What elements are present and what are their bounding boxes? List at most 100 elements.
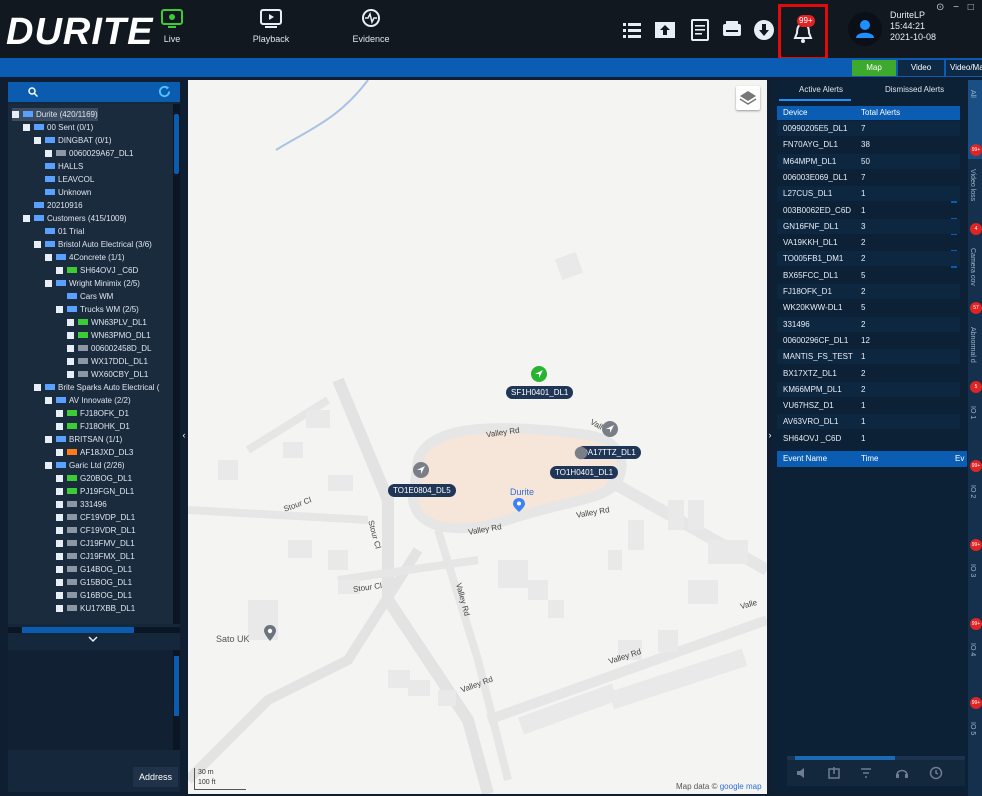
- expand-toggle-icon[interactable]: [56, 566, 63, 573]
- tree-node[interactable]: HALLS: [34, 160, 83, 173]
- tree-scroll-thumb[interactable]: [174, 114, 179, 174]
- alert-row[interactable]: BX65FCC_DL1 5: [777, 267, 960, 283]
- alert-row[interactable]: VU67HSZ_D1 1: [777, 398, 960, 414]
- refresh-icon[interactable]: [158, 85, 171, 98]
- tree-node[interactable]: Garic Ltd (2/26): [45, 459, 125, 472]
- tab-map[interactable]: Map: [852, 60, 896, 76]
- expand-toggle-icon[interactable]: [67, 319, 74, 326]
- alert-type-tab[interactable]: Video loss 4: [968, 159, 982, 249]
- chevron-down-icon[interactable]: [88, 635, 98, 643]
- tree-hscroll-thumb[interactable]: [22, 627, 134, 633]
- alert-row[interactable]: GN16FNF_DL1 3: [777, 218, 960, 234]
- tree-node[interactable]: 0060029A67_DL1: [45, 147, 134, 160]
- headset-icon[interactable]: [895, 766, 909, 780]
- nav-evidence[interactable]: Evidence: [336, 8, 406, 44]
- tree-node[interactable]: G15BOG_DL1: [56, 576, 132, 589]
- vehicle-marker-icon[interactable]: [601, 420, 619, 438]
- expand-toggle-icon[interactable]: [56, 449, 63, 456]
- vehicle-marker-icon[interactable]: [412, 461, 430, 479]
- export-icon[interactable]: [827, 766, 841, 780]
- address-scrollbar[interactable]: [173, 650, 180, 750]
- expand-toggle-icon[interactable]: [45, 254, 52, 261]
- expand-toggle-icon[interactable]: [45, 462, 52, 469]
- alert-row[interactable]: WK20KWW-DL1 5: [777, 300, 960, 316]
- expand-toggle-icon[interactable]: [56, 540, 63, 547]
- alert-row[interactable]: L27CUS_DL1 1: [777, 186, 960, 202]
- tree-search-bar[interactable]: [8, 82, 180, 102]
- tree-node[interactable]: BRITSAN (1/1): [45, 433, 122, 446]
- mute-icon[interactable]: [795, 766, 809, 780]
- expand-toggle-icon[interactable]: [56, 527, 63, 534]
- alert-row[interactable]: FJ18OFK_D1 2: [777, 284, 960, 299]
- expand-toggle-icon[interactable]: [56, 488, 63, 495]
- vehicle-label[interactable]: SF1H0401_DL1: [506, 386, 574, 399]
- tree-node[interactable]: PJ19FGN_DL1: [56, 485, 134, 498]
- upload-icon[interactable]: [653, 18, 677, 42]
- alert-row[interactable]: M64MPM_DL1 50: [777, 153, 960, 169]
- alert-row[interactable]: AV63VRO_DL1 1: [777, 414, 960, 430]
- expand-toggle-icon[interactable]: [23, 215, 30, 222]
- tab-video-map[interactable]: Video/Ma: [946, 60, 982, 76]
- expand-toggle-icon[interactable]: [67, 332, 74, 339]
- tree-node[interactable]: Durite (420/1169): [12, 108, 98, 121]
- tab-video[interactable]: Video: [898, 60, 944, 76]
- collapse-left-panel[interactable]: ‹: [180, 390, 188, 480]
- expand-toggle-icon[interactable]: [56, 579, 63, 586]
- expand-toggle-icon[interactable]: [67, 345, 74, 352]
- alert-type-tab[interactable]: IO 5: [968, 712, 982, 796]
- list-icon[interactable]: [620, 18, 644, 42]
- window-controls[interactable]: ⊙ − □: [936, 2, 977, 13]
- expand-toggle-icon[interactable]: [23, 124, 30, 131]
- tree-node[interactable]: KU17XBB_DL1: [56, 602, 135, 615]
- tree-node[interactable]: WX60CBY_DL1: [67, 368, 148, 381]
- tree-node[interactable]: WN63PMO_DL1: [67, 329, 151, 342]
- filter-icon[interactable]: [859, 766, 873, 780]
- expand-toggle-icon[interactable]: [45, 150, 52, 157]
- tab-dismissed-alerts[interactable]: Dismissed Alerts: [885, 82, 944, 98]
- tree-node[interactable]: DINGBAT (0/1): [34, 134, 112, 147]
- tree-node[interactable]: Unknown: [34, 186, 91, 199]
- address-button[interactable]: Address: [133, 767, 178, 787]
- tree-node[interactable]: WN63PLV_DL1: [67, 316, 147, 329]
- alert-type-tab[interactable]: IO 2 99+: [968, 475, 982, 565]
- tree-scrollbar[interactable]: [173, 104, 180, 624]
- search-icon[interactable]: [28, 87, 38, 97]
- tree-hscrollbar[interactable]: [8, 627, 180, 633]
- alert-row[interactable]: SH64OVJ _C6D 1: [777, 430, 960, 446]
- tree-node[interactable]: 006002458D_DL: [67, 342, 152, 355]
- report-icon[interactable]: [688, 18, 712, 42]
- tree-node[interactable]: Cars WM: [56, 290, 113, 303]
- vehicle-label[interactable]: TO1H0401_DL1: [550, 466, 619, 479]
- map-view[interactable]: Valley Rd Valley Rd Valley Rd Valley Rd …: [188, 80, 767, 794]
- tree-node[interactable]: G14BOG_DL1: [56, 563, 132, 576]
- place-pin-icon[interactable]: [264, 625, 276, 641]
- tree-node[interactable]: 20210916: [23, 199, 83, 212]
- alert-row[interactable]: BX17XTZ_DL1 2: [777, 365, 960, 381]
- alert-row[interactable]: KM66MPM_DL1 2: [777, 381, 960, 397]
- clock-icon[interactable]: [929, 766, 943, 780]
- expand-toggle-icon[interactable]: [56, 514, 63, 521]
- alert-row[interactable]: 006003E069_DL1 7: [777, 169, 960, 185]
- avatar[interactable]: [848, 12, 882, 46]
- tree-node[interactable]: 00 Sent (0/1): [23, 121, 93, 134]
- tree-node[interactable]: Trucks WM (2/5): [56, 303, 139, 316]
- printer-icon[interactable]: [720, 18, 744, 42]
- tree-node[interactable]: G20BOG_DL1: [56, 472, 132, 485]
- place-pin-icon[interactable]: [513, 498, 525, 512]
- tree-node[interactable]: CJ19FMV_DL1: [56, 537, 135, 550]
- alert-row[interactable]: 00990205E5_DL1 7: [777, 121, 960, 136]
- alert-row[interactable]: VA19KKH_DL1 2: [777, 235, 960, 251]
- expand-toggle-icon[interactable]: [34, 241, 41, 248]
- expand-toggle-icon[interactable]: [67, 371, 74, 378]
- layers-button[interactable]: [736, 86, 760, 110]
- tree-node[interactable]: CF19VDR_DL1: [56, 524, 136, 537]
- expand-toggle-icon[interactable]: [12, 111, 19, 118]
- expand-toggle-icon[interactable]: [34, 384, 41, 391]
- tree-node[interactable]: Wright Minimix (2/5): [45, 277, 140, 290]
- alert-row[interactable]: 003B0062ED_C6D 1: [777, 202, 960, 218]
- expand-toggle-icon[interactable]: [56, 410, 63, 417]
- alert-type-tab[interactable]: IO 1 99+: [968, 396, 982, 486]
- tree-node[interactable]: Customers (415/1009): [23, 212, 127, 225]
- tree-node[interactable]: AV Innovate (2/2): [45, 394, 131, 407]
- expand-toggle-icon[interactable]: [67, 358, 74, 365]
